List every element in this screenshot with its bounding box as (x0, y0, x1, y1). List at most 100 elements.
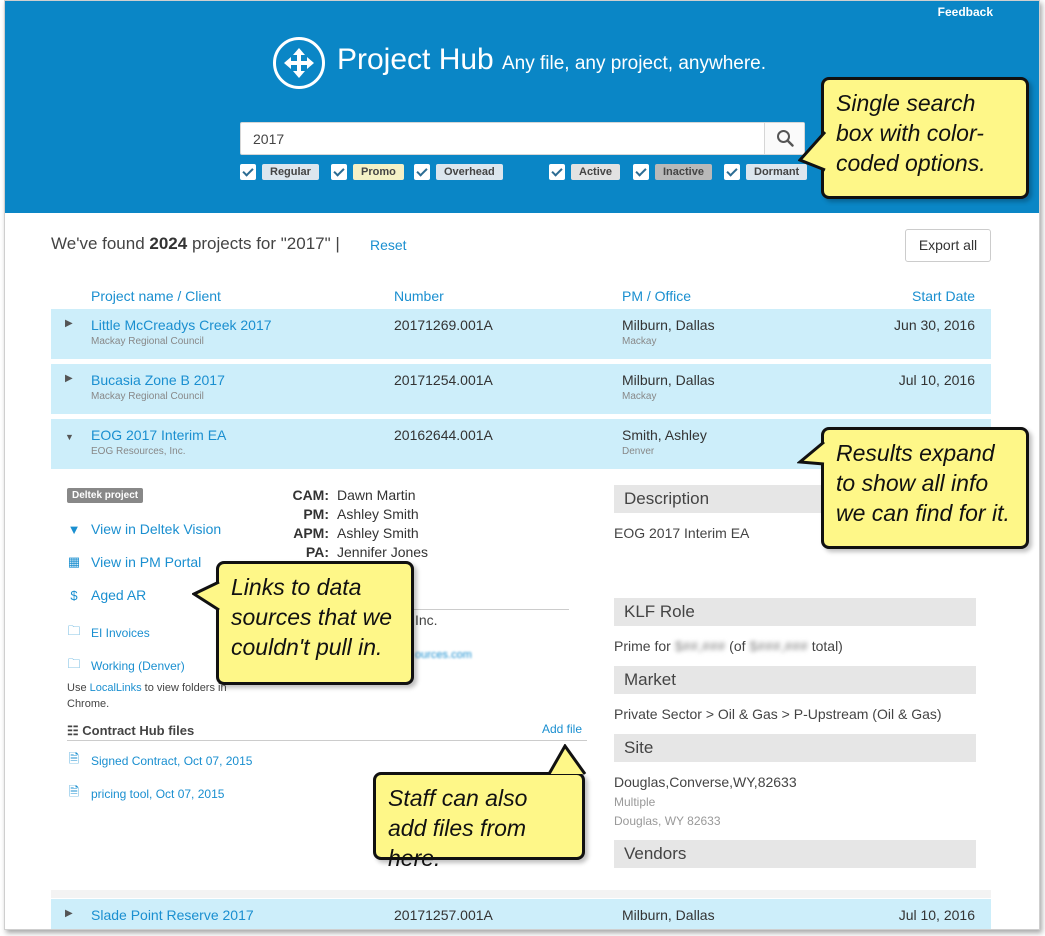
callout-search: Single search box with color-coded optio… (821, 77, 1029, 199)
market-heading: Market (614, 666, 976, 694)
filter-dormant[interactable]: Dormant (724, 163, 808, 181)
file-name: Signed Contract, Oct 07, 2015 (91, 754, 253, 768)
office: Mackay (622, 336, 657, 347)
reset-link[interactable]: Reset (370, 237, 407, 253)
project-number: 20171269.001A (394, 317, 493, 333)
link-label: EI Invoices (91, 626, 150, 640)
project-name-link[interactable]: Slade Point Reserve 2017 (91, 907, 254, 923)
ei-invoices-link[interactable]: 🗀︎ EI Invoices (67, 622, 150, 644)
site-city: Douglas, WY 82633 (614, 814, 721, 828)
search-icon (777, 130, 794, 147)
caret-down-icon[interactable]: ▼ (65, 432, 74, 442)
view-in-pm-portal-link[interactable]: ▦ View in PM Portal (67, 554, 201, 570)
filter-promo[interactable]: Promo (331, 163, 404, 181)
project-manager: Milburn, Dallas (622, 372, 715, 388)
col-header-pm[interactable]: PM / Office (622, 288, 691, 304)
filter-active[interactable]: Active (549, 163, 621, 181)
export-all-button[interactable]: Export all (905, 229, 991, 262)
callout-expand: Results expand to show all info we can f… (821, 427, 1029, 549)
project-number: 20171254.001A (394, 372, 493, 388)
col-header-number[interactable]: Number (394, 288, 444, 304)
dollar-icon: $ (70, 587, 78, 603)
email-fragment[interactable]: ources.com (415, 649, 472, 661)
checkbox-checked[interactable] (724, 164, 740, 180)
deltek-project-badge: Deltek project (67, 488, 144, 503)
results-summary: We've found 2024 projects for "2017" | (51, 234, 340, 254)
caret-right-icon[interactable]: ▶ (65, 908, 73, 919)
pdf-file-icon: 🗎︎ (68, 751, 80, 766)
filter-label: Promo (353, 164, 404, 180)
file-link[interactable]: 🗎︎ pricing tool, Oct 07, 2015 (67, 783, 225, 805)
table-icon: ▦ (67, 554, 81, 569)
client-name: EOG Resources, Inc. (91, 446, 186, 457)
site-address: Douglas,Converse,WY,82633 (614, 774, 797, 790)
table-row[interactable]: ▶ Slade Point Reserve 2017 20171257.001A… (51, 899, 991, 929)
klf-text: (of (725, 638, 750, 654)
checkbox-checked[interactable] (549, 164, 565, 180)
callout-links: Links to data sources that we couldn't p… (216, 561, 414, 685)
filter-regular[interactable]: Regular (240, 163, 319, 181)
sitemap-icon: ☷ (67, 723, 83, 738)
checkbox-checked[interactable] (633, 164, 649, 180)
add-file-link[interactable]: Add file (542, 722, 582, 736)
role-key: APM: (293, 525, 329, 541)
link-label: Working (Denver) (91, 659, 185, 673)
klf-role-heading: KLF Role (614, 598, 976, 626)
filter-label: Inactive (655, 164, 712, 180)
filter-label: Overhead (436, 164, 503, 180)
role-cam: CAM: Dawn Martin (271, 487, 416, 503)
start-date: Jul 10, 2016 (898, 907, 975, 923)
role-key: CAM: (292, 487, 329, 503)
role-key: PM: (303, 506, 329, 522)
role-value: Dawn Martin (337, 487, 416, 503)
site-heading: Site (614, 734, 976, 762)
caret-right-icon[interactable]: ▶ (65, 373, 73, 384)
vendors-heading: Vendors (614, 840, 976, 868)
checkbox-checked[interactable] (414, 164, 430, 180)
search-input[interactable] (241, 123, 761, 154)
project-name-link[interactable]: EOG 2017 Interim EA (91, 427, 226, 443)
checkbox-checked[interactable] (331, 164, 347, 180)
client-name: Mackay Regional Council (91, 336, 204, 347)
klf-amount: $##,### (674, 638, 726, 654)
aged-ar-link[interactable]: $ Aged AR (67, 587, 146, 603)
table-row[interactable]: ▶ Bucasia Zone B 2017 Mackay Regional Co… (51, 364, 991, 414)
klf-role-text: Prime for $##,### (of $###,### total) (614, 638, 843, 654)
filter-inactive[interactable]: Inactive (633, 163, 712, 181)
divider (67, 740, 587, 741)
locallinks-link[interactable]: LocalLinks (90, 682, 142, 694)
project-number: 20162644.001A (394, 427, 493, 443)
chevron-circle-down-icon: ▼︎ (67, 521, 81, 537)
project-name-link[interactable]: Bucasia Zone B 2017 (91, 372, 225, 388)
role-apm: APM: Ashley Smith (271, 525, 418, 541)
working-folder-link[interactable]: 🗀︎ Working (Denver) (67, 655, 185, 677)
view-in-deltek-link[interactable]: ▼︎ View in Deltek Vision (67, 521, 222, 537)
start-date: Jun 30, 2016 (894, 317, 975, 333)
project-manager: Smith, Ashley (622, 427, 707, 443)
filter-label: Active (571, 164, 621, 180)
app-title: Project Hub (337, 43, 494, 76)
col-header-start[interactable]: Start Date (912, 288, 975, 304)
link-label: View in PM Portal (91, 554, 202, 570)
excel-file-icon: 🗎︎ (68, 784, 80, 799)
feedback-link[interactable]: Feedback (938, 5, 993, 19)
file-link[interactable]: 🗎︎ Signed Contract, Oct 07, 2015 (67, 750, 253, 772)
checkbox-checked[interactable] (240, 164, 256, 180)
callout-staff: Staff can also add files from here. (373, 772, 585, 871)
client-fragment: Inc. (415, 612, 438, 628)
filter-overhead[interactable]: Overhead (414, 163, 503, 181)
project-name-link[interactable]: Little McCreadys Creek 2017 (91, 317, 272, 333)
summary-prefix: We've found (51, 234, 150, 253)
klf-text: total) (807, 638, 843, 654)
market-text: Private Sector > Oil & Gas > P-Upstream … (614, 706, 942, 722)
divider (51, 890, 991, 898)
start-date: Jul 10, 2016 (898, 372, 975, 388)
caret-right-icon[interactable]: ▶ (65, 318, 73, 329)
role-value: Jennifer Jones (337, 544, 429, 560)
table-row[interactable]: ▶ Little McCreadys Creek 2017 Mackay Reg… (51, 309, 991, 359)
col-header-name[interactable]: Project name / Client (91, 288, 221, 304)
section-title: Contract Hub files (82, 723, 195, 738)
contract-hub-heading: ☷ Contract Hub files (67, 723, 194, 739)
role-key: PA: (305, 544, 329, 560)
office: Denver (622, 446, 655, 457)
